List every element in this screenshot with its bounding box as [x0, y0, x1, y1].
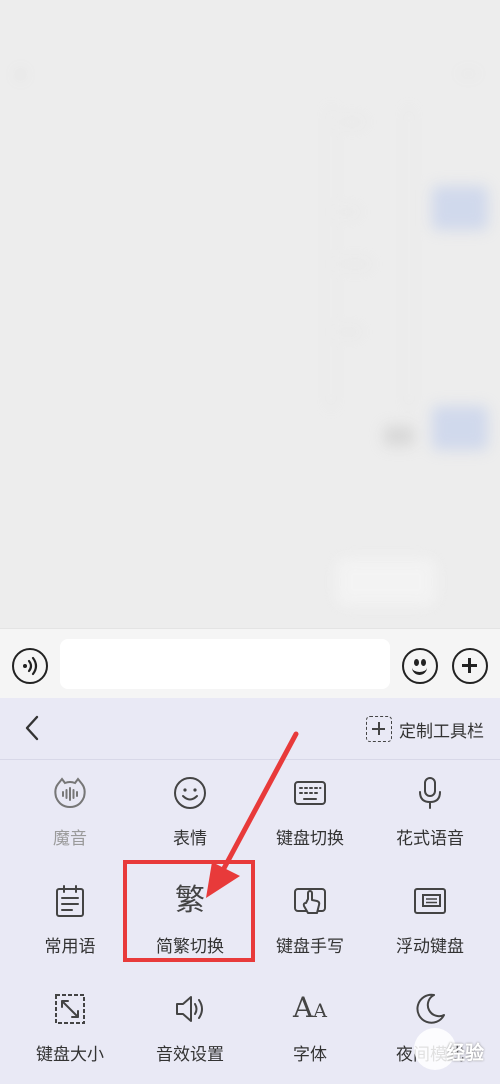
tool-keyboard-size[interactable]: 键盘大小: [10, 976, 130, 1084]
watermark: 经验: [414, 1026, 494, 1080]
tool-fancy-voice[interactable]: 花式语音: [370, 760, 490, 868]
tool-label: 键盘手写: [276, 937, 344, 957]
moon-icon: [411, 990, 449, 1028]
chat-nav-bar: ‹ ···: [0, 62, 500, 92]
resize-icon: [51, 990, 89, 1028]
speaker-icon: [171, 990, 209, 1028]
tool-sound-settings[interactable]: 音效设置: [130, 976, 250, 1084]
customize-toolbar-button[interactable]: 定制工具栏: [366, 715, 484, 743]
tool-common-phrases[interactable]: 常用语: [10, 868, 130, 976]
chat-bubble[interactable]: [336, 558, 436, 606]
microphone-icon: [411, 774, 449, 812]
chevron-left-icon: [25, 715, 39, 741]
tool-label: 字体: [293, 1045, 327, 1065]
tool-label: 浮动键盘: [396, 937, 464, 957]
chat-back-icon[interactable]: ‹: [16, 62, 25, 87]
dashed-plus-icon: [366, 716, 392, 742]
font-glyph: AA: [293, 989, 327, 1030]
tool-font[interactable]: AA 字体: [250, 976, 370, 1084]
handwriting-icon: [291, 882, 329, 920]
tool-floating-keyboard[interactable]: 浮动键盘: [370, 868, 490, 976]
tool-label: 花式语音: [396, 829, 464, 849]
chat-more-icon[interactable]: ···: [459, 62, 478, 86]
tool-label: 键盘大小: [36, 1045, 104, 1065]
chat-background: ‹ ···: [0, 0, 500, 628]
floating-keyboard-icon: [411, 882, 449, 920]
tool-voice-changer[interactable]: 魔音: [10, 760, 130, 868]
toolbar-header: 定制工具栏: [0, 698, 500, 760]
highlight-box: [123, 860, 255, 962]
voice-input-button[interactable]: [12, 648, 48, 684]
message-input-bar: [0, 628, 500, 698]
message-input[interactable]: [60, 639, 390, 689]
tool-label: 常用语: [44, 937, 96, 957]
chat-text-line: [340, 330, 360, 334]
chat-bubble[interactable]: [432, 186, 488, 230]
chat-text-line: [340, 210, 358, 214]
tool-label: 魔音: [53, 829, 87, 849]
tool-emoji[interactable]: 表情: [130, 760, 250, 868]
chat-bubble[interactable]: [432, 406, 488, 450]
tool-handwriting[interactable]: 键盘手写: [250, 868, 370, 976]
voice-changer-icon: [51, 774, 89, 812]
chat-text-line: [340, 120, 364, 124]
tool-label: 键盘切换: [276, 829, 344, 849]
toolbar-back-button[interactable]: [18, 714, 46, 742]
keyboard-icon: [291, 774, 329, 812]
watermark-text: 经验: [446, 1042, 485, 1064]
tool-label: 表情: [173, 829, 207, 849]
phrase-note-icon: [51, 882, 89, 920]
font-glyph-large: A: [293, 990, 314, 1024]
voice-wave-icon: [23, 656, 38, 676]
font-icon: AA: [291, 990, 329, 1028]
more-functions-button[interactable]: [452, 648, 488, 684]
chat-message-column: [330, 108, 410, 408]
emoji-button[interactable]: [402, 648, 438, 684]
status-bar: [0, 18, 500, 40]
font-glyph-small: A: [313, 999, 327, 1022]
chat-bubble[interactable]: [384, 426, 414, 446]
smiley-icon: [171, 774, 209, 812]
emoji-mouth: [412, 665, 427, 675]
chat-text-line: [340, 262, 370, 266]
tool-keyboard-switch[interactable]: 键盘切换: [250, 760, 370, 868]
tool-label: 音效设置: [156, 1045, 224, 1065]
customize-toolbar-label: 定制工具栏: [399, 721, 484, 742]
